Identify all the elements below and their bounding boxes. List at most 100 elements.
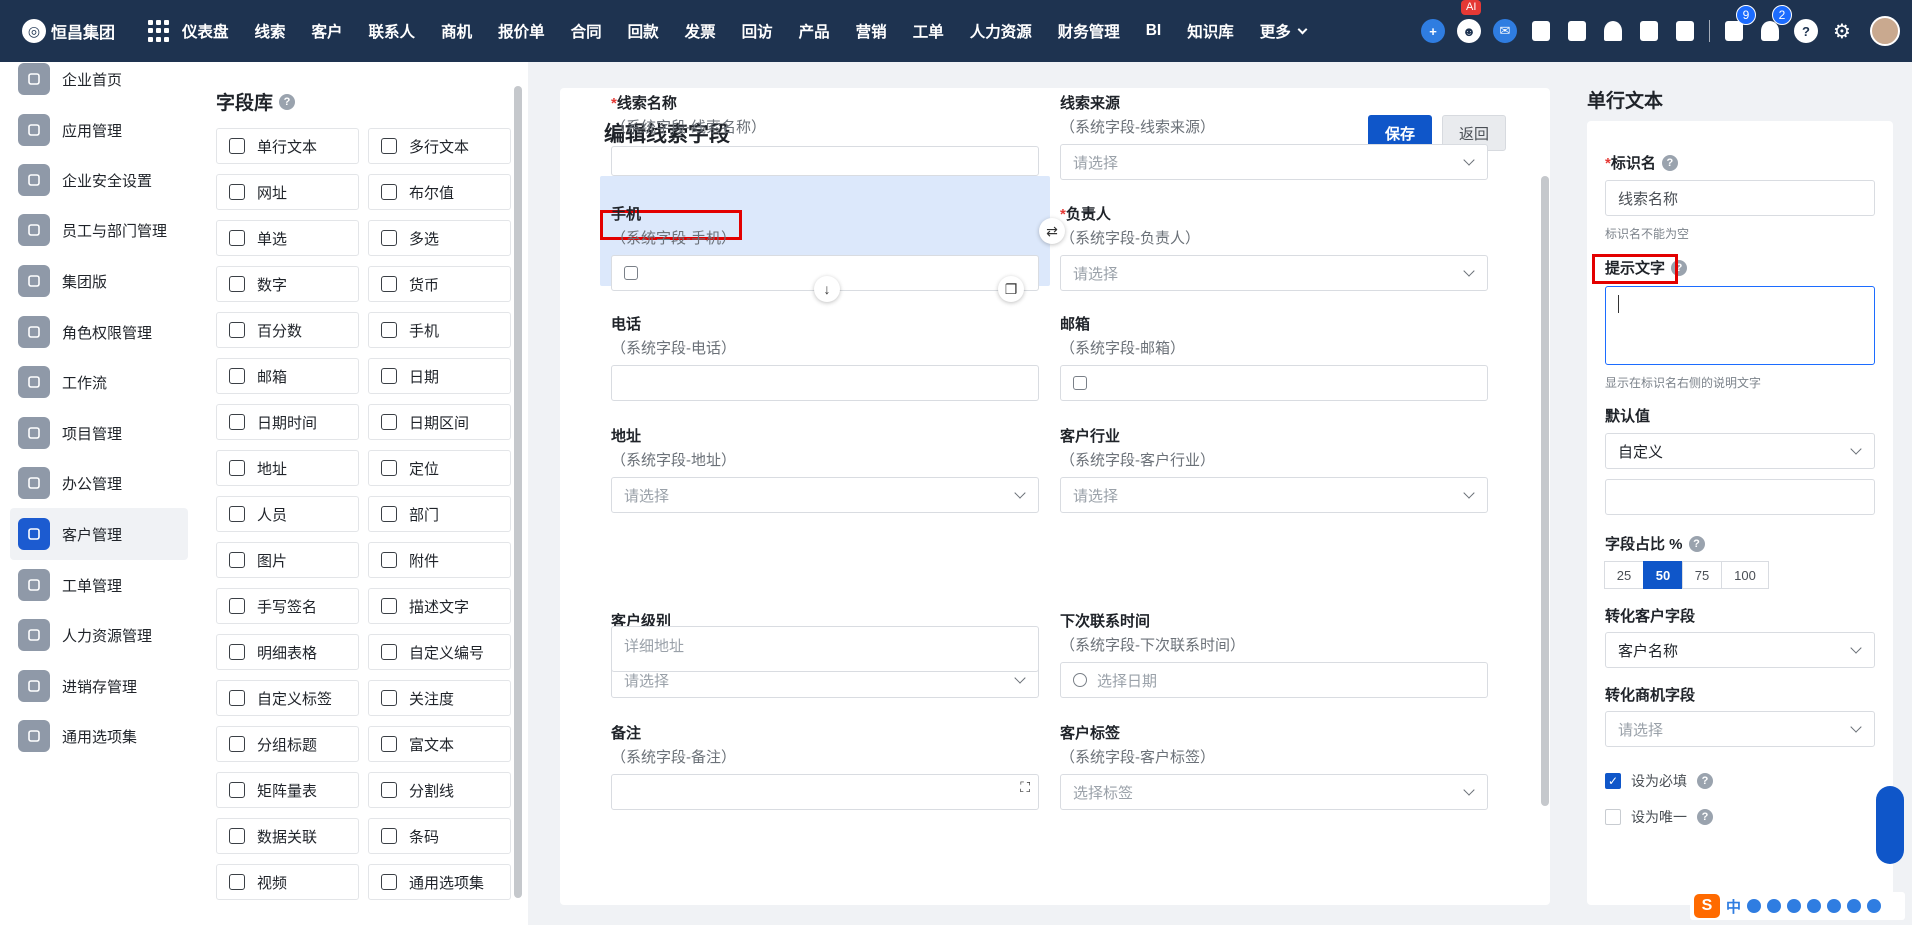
nav-item[interactable]: 回款 <box>628 20 659 42</box>
field-type-1[interactable]: 单行文本 <box>216 128 359 164</box>
nav-item[interactable]: 工单 <box>913 20 944 42</box>
field-type-11[interactable]: 邮箱 <box>216 358 359 394</box>
app-launcher-icon[interactable] <box>148 20 170 42</box>
field-input[interactable] <box>611 365 1039 401</box>
field-input[interactable]: 选择标签 <box>1060 774 1488 810</box>
field-type-26[interactable]: 关注度 <box>368 680 511 716</box>
nav-item[interactable]: 营销 <box>856 20 887 42</box>
field-type-2[interactable]: 多行文本 <box>368 128 511 164</box>
default-value-input[interactable] <box>1605 479 1875 515</box>
swap-icon[interactable]: ⇄ <box>1039 218 1065 244</box>
nav-item[interactable]: 财务管理 <box>1058 20 1120 42</box>
sidebar-item[interactable]: 通用选项集 <box>10 710 188 762</box>
field-input[interactable] <box>1060 365 1488 401</box>
field-type-33[interactable]: 视频 <box>216 864 359 900</box>
field-input[interactable]: 请选择 <box>611 477 1039 513</box>
nav-more-menu[interactable]: 更多 <box>1260 20 1308 42</box>
approval-icon[interactable]: 9 <box>1722 5 1756 43</box>
copy-icon[interactable]: ❐ <box>998 276 1024 302</box>
ime-emoji-icon[interactable] <box>1767 899 1782 913</box>
sidebar-item[interactable]: 企业安全设置 <box>10 154 188 206</box>
ai-assistant-icon[interactable]: ☻ AI <box>1457 0 1482 43</box>
field-input[interactable] <box>611 146 1039 176</box>
check-icon[interactable]: ✓ <box>1605 773 1621 789</box>
label-name-input[interactable]: 线索名称 <box>1605 180 1875 216</box>
field-type-14[interactable]: 日期区间 <box>368 404 511 440</box>
help-icon[interactable]: ? <box>1697 809 1713 825</box>
required-checkbox[interactable]: ✓ 设为必填? <box>1605 771 1713 791</box>
field-type-17[interactable]: 人员 <box>216 496 359 532</box>
field-type-20[interactable]: 附件 <box>368 542 511 578</box>
unique-checkbox[interactable]: 设为唯一? <box>1605 807 1713 827</box>
sidebar-item[interactable]: 人力资源管理 <box>10 609 188 661</box>
company-logo[interactable]: ◎ 恒昌集团 <box>22 19 122 43</box>
field-type-3[interactable]: 网址 <box>216 174 359 210</box>
field-type-23[interactable]: 明细表格 <box>216 634 359 670</box>
message-icon[interactable]: ✉ <box>1493 19 1517 43</box>
help-icon[interactable]: ? <box>1688 535 1705 552</box>
field-type-22[interactable]: 描述文字 <box>368 588 511 624</box>
field-type-31[interactable]: 数据关联 <box>216 818 359 854</box>
field-type-19[interactable]: 图片 <box>216 542 359 578</box>
sidebar-item[interactable]: 项目管理 <box>10 407 188 459</box>
width-option-25[interactable]: 25 <box>1604 561 1644 589</box>
ime-user-icon[interactable] <box>1827 899 1842 913</box>
field-type-15[interactable]: 地址 <box>216 450 359 486</box>
field-type-4[interactable]: 布尔值 <box>368 174 511 210</box>
help-icon[interactable]: ? <box>1794 19 1818 43</box>
user-avatar[interactable] <box>1870 16 1900 46</box>
nav-item[interactable]: 联系人 <box>369 20 416 42</box>
sidebar-item[interactable]: 角色权限管理 <box>10 306 188 358</box>
sidebar-item[interactable]: 办公管理 <box>10 457 188 509</box>
field-type-9[interactable]: 百分数 <box>216 312 359 348</box>
field-type-5[interactable]: 单选 <box>216 220 359 256</box>
arrow-down-icon[interactable]: ↓ <box>814 276 840 302</box>
field-type-34[interactable]: 通用选项集 <box>368 864 511 900</box>
nav-item[interactable]: 仪表盘 <box>182 20 229 42</box>
ime-grid-icon[interactable] <box>1867 899 1882 913</box>
field-input[interactable]: 请选择 <box>1060 144 1488 180</box>
sidebar-item[interactable]: 企业首页 <box>10 53 188 105</box>
nav-item[interactable]: 报价单 <box>498 20 545 42</box>
field-type-32[interactable]: 条码 <box>368 818 511 854</box>
width-option-100[interactable]: 100 <box>1721 561 1769 589</box>
nav-item[interactable]: 发票 <box>685 20 716 42</box>
hint-text-input[interactable] <box>1605 286 1875 365</box>
field-input[interactable]: 请选择 <box>1060 477 1488 513</box>
field-type-6[interactable]: 多选 <box>368 220 511 256</box>
convert-deal-select[interactable]: 请选择 <box>1605 711 1875 747</box>
width-option-75[interactable]: 75 <box>1682 561 1722 589</box>
field-type-13[interactable]: 日期时间 <box>216 404 359 440</box>
field-type-16[interactable]: 定位 <box>368 450 511 486</box>
nav-item[interactable]: BI <box>1146 22 1162 40</box>
nav-item[interactable]: 合同 <box>571 20 602 42</box>
field-input[interactable]: 选择日期 <box>1060 662 1488 698</box>
ime-mode-toggle[interactable]: 中 <box>1726 896 1741 917</box>
nav-item[interactable]: 回访 <box>742 20 773 42</box>
nav-item[interactable]: 人力资源 <box>970 20 1032 42</box>
address-detail-input[interactable]: 详细地址 <box>611 626 1039 672</box>
checkbox-icon[interactable] <box>1605 809 1621 825</box>
contact-user-icon[interactable] <box>1601 19 1625 43</box>
sidebar-item[interactable]: 工作流 <box>10 356 188 408</box>
task-check-icon[interactable] <box>1565 19 1589 43</box>
sidebar-item[interactable]: 应用管理 <box>10 104 188 156</box>
ime-keyboard-icon[interactable] <box>1807 899 1822 913</box>
ime-punctuation-icon[interactable] <box>1747 899 1762 913</box>
calendar-icon[interactable] <box>1673 19 1697 43</box>
chat-plus-icon[interactable]: + <box>1421 19 1445 43</box>
library-scrollbar[interactable] <box>514 86 522 898</box>
sidebar-item[interactable]: 客户管理 <box>10 508 188 560</box>
width-option-50[interactable]: 50 <box>1643 561 1683 589</box>
sidebar-item[interactable]: 集团版 <box>10 255 188 307</box>
sidebar-item[interactable]: 进销存管理 <box>10 660 188 712</box>
field-type-24[interactable]: 自定义编号 <box>368 634 511 670</box>
nav-item[interactable]: 产品 <box>799 20 830 42</box>
nav-item[interactable]: 知识库 <box>1187 20 1234 42</box>
field-type-30[interactable]: 分割线 <box>368 772 511 808</box>
field-type-8[interactable]: 货币 <box>368 266 511 302</box>
document-icon[interactable] <box>1637 19 1661 43</box>
nav-item[interactable]: 商机 <box>441 20 472 42</box>
floating-tools-icon[interactable] <box>1876 786 1904 864</box>
field-type-25[interactable]: 自定义标签 <box>216 680 359 716</box>
